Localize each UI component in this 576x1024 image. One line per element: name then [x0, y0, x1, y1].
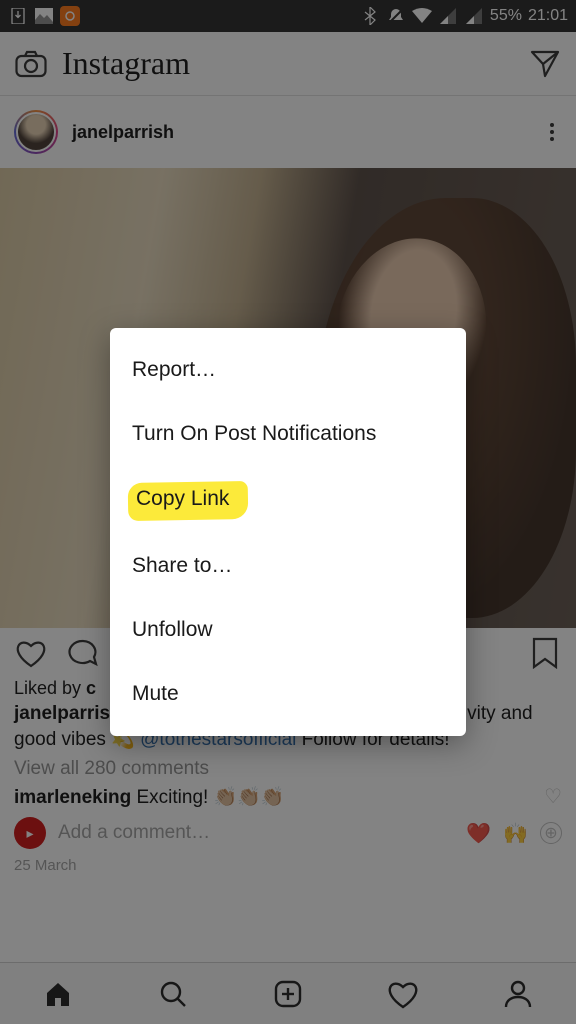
menu-copy-link-label: Copy Link — [132, 486, 239, 514]
menu-mute[interactable]: Mute — [110, 662, 466, 726]
menu-unfollow[interactable]: Unfollow — [110, 598, 466, 662]
menu-notifications[interactable]: Turn On Post Notifications — [110, 402, 466, 466]
menu-report[interactable]: Report… — [110, 338, 466, 402]
screen: 55% 21:01 Instagram janelparrish — [0, 0, 576, 1024]
menu-copy-link[interactable]: Copy Link — [110, 466, 466, 534]
post-options-dialog: Report… Turn On Post Notifications Copy … — [110, 328, 466, 736]
menu-share-to[interactable]: Share to… — [110, 534, 466, 598]
